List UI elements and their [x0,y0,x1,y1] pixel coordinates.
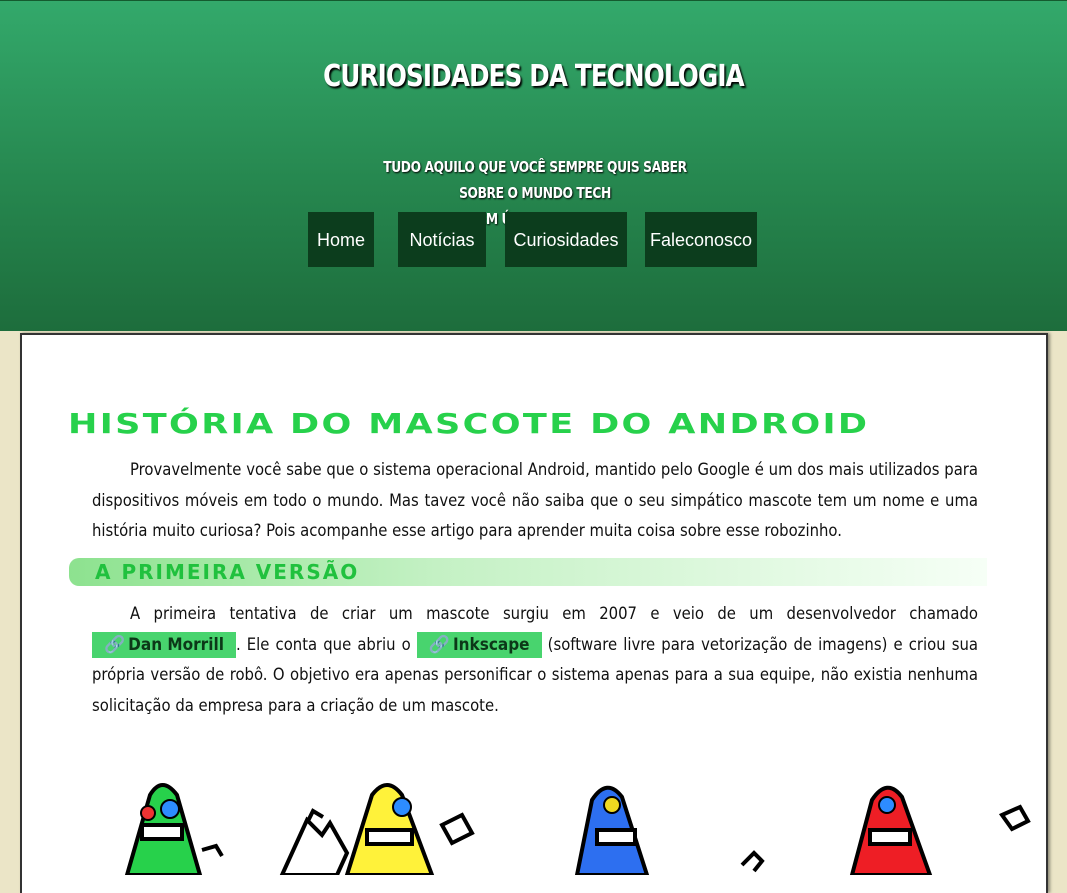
blue-robot [574,785,765,875]
nav-home[interactable]: Home [308,212,374,267]
inkscape-link-label: Inkscape [452,634,530,655]
yellow-robot [344,783,475,875]
nav-noticias[interactable]: Notícias [398,212,486,267]
subtitle-line-1: TUDO AQUILO QUE VOCÊ SEMPRE QUIS SABER S… [383,158,687,202]
article-container: História do mascote do Android Provavelm… [20,333,1048,893]
yellow-robot-left [279,808,350,875]
intro-paragraph: Provavelmente você sabe que o sistema op… [92,455,978,547]
inkscape-link[interactable]: 🔗 Inkscape [416,631,542,658]
nav-curiosidades[interactable]: Curiosidades [505,212,627,267]
dan-morrill-link[interactable]: 🔗 Dan Morrill [92,631,236,658]
intro-text: Provavelmente você sabe que o sistema op… [92,460,978,540]
section-heading: A primeira versão [95,560,360,584]
article-heading: História do mascote do Android [68,408,870,441]
green-robot [124,783,224,875]
mascot-prototypes-image [124,783,1031,875]
red-robot [849,785,1031,875]
section-text-2: . Ele conta que abriu o [235,634,411,654]
nav-faleconosco[interactable]: Faleconosco [645,212,757,267]
section-text-1: A primeira tentativa de criar um mascote… [130,604,978,623]
dan-morrill-link-label: Dan Morrill [128,634,224,655]
site-title: CURIOSIDADES DA TECNOLOGIA [323,59,745,94]
link-icon: 🔗 [428,634,450,655]
link-icon: 🔗 [104,634,126,655]
site-header: CURIOSIDADES DA TECNOLOGIA TUDO AQUILO Q… [0,0,1067,331]
section-paragraph: A primeira tentativa de criar um mascote… [92,599,978,721]
